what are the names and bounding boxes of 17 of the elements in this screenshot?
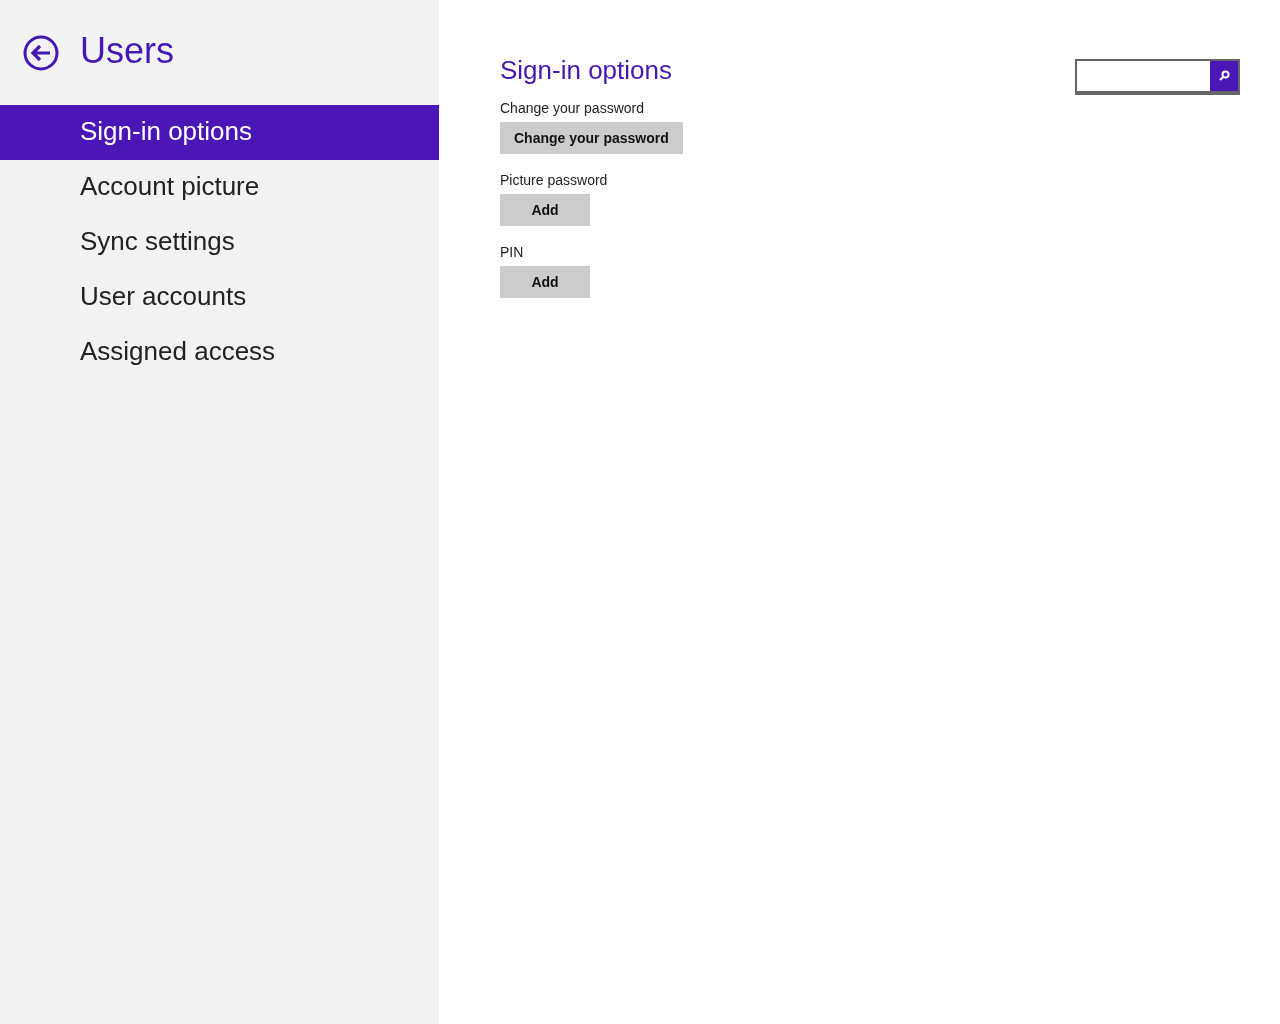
search-button[interactable] (1210, 61, 1238, 91)
nav-item[interactable]: Account picture (0, 160, 439, 215)
action-button[interactable]: Add (500, 266, 590, 298)
nav-item[interactable]: Assigned access (0, 325, 439, 380)
action-button[interactable]: Change your password (500, 122, 683, 154)
setting-label: Picture password (500, 172, 609, 188)
search-icon (1218, 70, 1230, 82)
setting-label: PIN (500, 244, 525, 260)
section-title: Sign-in options (500, 55, 672, 86)
action-button[interactable]: Add (500, 194, 590, 226)
nav-item[interactable]: Sign-in options (0, 105, 439, 160)
page-title: Users (80, 29, 174, 73)
back-icon[interactable] (23, 34, 59, 71)
search-field[interactable] (1075, 59, 1240, 95)
nav-item[interactable]: Sync settings (0, 215, 439, 270)
nav-item[interactable]: User accounts (0, 270, 439, 325)
setting-label: Change your password (500, 100, 645, 116)
